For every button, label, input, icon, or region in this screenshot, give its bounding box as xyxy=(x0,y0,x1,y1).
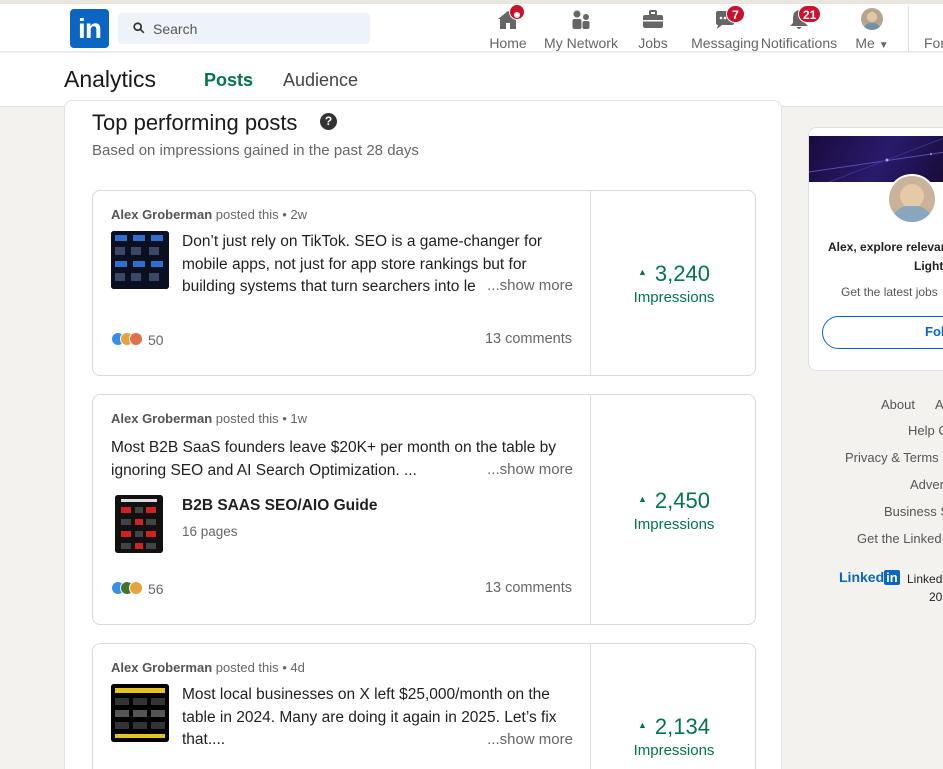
document-thumbnail-icon xyxy=(115,495,163,553)
post-timestamp: posted this • 2w xyxy=(215,207,308,222)
nav-me[interactable]: Me ▼ xyxy=(850,4,894,52)
tab-posts[interactable]: Posts xyxy=(204,70,253,91)
follow-ad-card: Alex, explore relevar Light Get the late… xyxy=(808,127,943,371)
section-subtitle: Based on impressions gained in the past … xyxy=(92,142,419,159)
nav-label-my-network: My Network xyxy=(544,35,618,51)
ad-description: Get the latest jobs xyxy=(841,285,938,299)
post-thumbnail[interactable] xyxy=(111,231,169,289)
post-card[interactable]: Alex Groberman posted this • 1w Most B2B… xyxy=(92,394,756,625)
show-more-link[interactable]: ...show more xyxy=(483,731,573,748)
post-meta: Alex Groberman posted this • 2w xyxy=(111,207,307,222)
impressions-label: Impressions xyxy=(633,289,715,306)
show-more-link[interactable]: ...show more xyxy=(483,277,573,294)
post-card[interactable]: Alex Groberman posted this • 4d Most loc… xyxy=(92,643,756,769)
section-title: Top performing posts xyxy=(92,110,298,135)
post-content: Alex Groberman posted this • 2w Don’t ju… xyxy=(93,191,591,375)
nav-messaging[interactable]: 7 Messaging xyxy=(690,4,760,52)
impressions-block: ▲ 2,134 Impressions xyxy=(591,714,755,759)
trend-up-icon: ▲ xyxy=(638,720,647,731)
nav-label-notifications: Notifications xyxy=(760,35,838,51)
footer-link-get-app[interactable]: Get the Linked xyxy=(857,531,942,546)
linkedin-logo[interactable]: in xyxy=(70,9,109,48)
help-icon[interactable]: ? xyxy=(320,113,337,130)
comments-count[interactable]: 13 comments xyxy=(485,331,572,347)
post-thumbnail[interactable] xyxy=(111,684,169,742)
messaging-badge: 7 xyxy=(726,5,745,23)
footer-link-help[interactable]: Help C xyxy=(908,423,943,438)
page-title: Analytics xyxy=(64,66,157,92)
impressions-value: 2,450 xyxy=(654,488,710,513)
tab-audience[interactable]: Audience xyxy=(283,70,358,91)
footer-link-business[interactable]: Business S xyxy=(884,504,943,519)
infographic-thumbnail-icon xyxy=(111,684,169,742)
impressions-label: Impressions xyxy=(633,742,715,759)
nav-jobs[interactable]: Jobs xyxy=(632,4,674,52)
document-pages: 16 pages xyxy=(182,524,238,539)
network-icon xyxy=(572,10,590,29)
footer-link-privacy[interactable]: Privacy & Terms xyxy=(845,450,939,465)
footer-corporation: Linked xyxy=(907,572,943,586)
impressions-label: Impressions xyxy=(633,516,715,533)
ad-headline: Alex, explore relevar xyxy=(828,240,943,254)
ad-banner xyxy=(809,136,943,183)
footer-link-accessibility[interactable]: A xyxy=(935,397,943,412)
analytics-header: Analytics Posts Audience xyxy=(0,53,943,107)
notifications-badge: 21 xyxy=(798,5,822,23)
post-meta: Alex Groberman posted this • 4d xyxy=(111,660,305,675)
trend-up-icon: ▲ xyxy=(638,267,647,278)
impressions-value: 3,240 xyxy=(654,261,710,286)
infographic-thumbnail-icon xyxy=(111,231,169,289)
footer-link-about[interactable]: About xyxy=(881,397,915,412)
post-card[interactable]: Alex Groberman posted this • 2w Don’t ju… xyxy=(92,190,756,376)
post-author[interactable]: Alex Groberman xyxy=(111,207,212,222)
post-timestamp: posted this • 1w xyxy=(215,411,308,426)
linkedin-footer-logo: Linked in xyxy=(839,569,900,585)
nav-notifications[interactable]: 21 Notifications xyxy=(760,4,838,52)
nav-divider xyxy=(908,6,909,52)
impressions-value: 2,134 xyxy=(654,714,710,739)
search-icon xyxy=(133,22,145,34)
insightful-reaction-icon xyxy=(129,581,143,595)
reaction-count[interactable]: 56 xyxy=(148,581,164,597)
comments-count[interactable]: 13 comments xyxy=(485,580,572,596)
nav-label-me: Me ▼ xyxy=(855,35,889,51)
ad-headline-cont: Light xyxy=(914,259,943,273)
briefcase-icon xyxy=(643,10,663,28)
nav-home[interactable]: Home xyxy=(482,4,534,52)
reaction-count[interactable]: 50 xyxy=(148,332,164,348)
love-reaction-icon xyxy=(129,332,143,346)
footer-year: 20 xyxy=(929,590,943,604)
nav-label-for-business: For xyxy=(924,35,943,51)
home-notification-dot xyxy=(509,4,525,20)
nav-label-messaging: Messaging xyxy=(691,35,759,51)
impressions-block: ▲ 2,450 Impressions xyxy=(591,488,755,533)
post-content: Alex Groberman posted this • 4d Most loc… xyxy=(93,644,591,769)
nav-label-home: Home xyxy=(489,35,527,51)
global-nav: in Search Home My Network Jobs 7 Messagi… xyxy=(0,0,943,52)
search-bar[interactable]: Search xyxy=(118,13,370,44)
document-thumbnail[interactable] xyxy=(115,495,163,553)
impressions-block: ▲ 3,240 Impressions xyxy=(591,261,755,306)
nav-label-jobs: Jobs xyxy=(638,35,668,51)
post-timestamp: posted this • 4d xyxy=(215,660,305,675)
post-meta: Alex Groberman posted this • 1w xyxy=(111,411,307,426)
avatar xyxy=(861,8,883,30)
search-input[interactable]: Search xyxy=(153,21,197,37)
trend-up-icon: ▲ xyxy=(638,494,647,505)
chevron-down-icon: ▼ xyxy=(878,40,889,51)
follow-button[interactable]: Fol xyxy=(822,316,943,349)
footer-link-advertising[interactable]: Adver xyxy=(910,477,943,492)
profile-avatar[interactable] xyxy=(887,174,937,224)
show-more-link[interactable]: ...show more xyxy=(483,461,573,478)
nav-my-network[interactable]: My Network xyxy=(541,4,621,52)
top-posts-card: Top performing posts ? Based on impressi… xyxy=(64,100,782,769)
banner-graphic xyxy=(809,137,943,183)
nav-for-business[interactable]: For xyxy=(920,4,943,52)
post-content: Alex Groberman posted this • 1w Most B2B… xyxy=(93,395,591,624)
post-author[interactable]: Alex Groberman xyxy=(111,411,212,426)
document-title[interactable]: B2B SAAS SEO/AIO Guide xyxy=(182,497,378,515)
post-author[interactable]: Alex Groberman xyxy=(111,660,212,675)
